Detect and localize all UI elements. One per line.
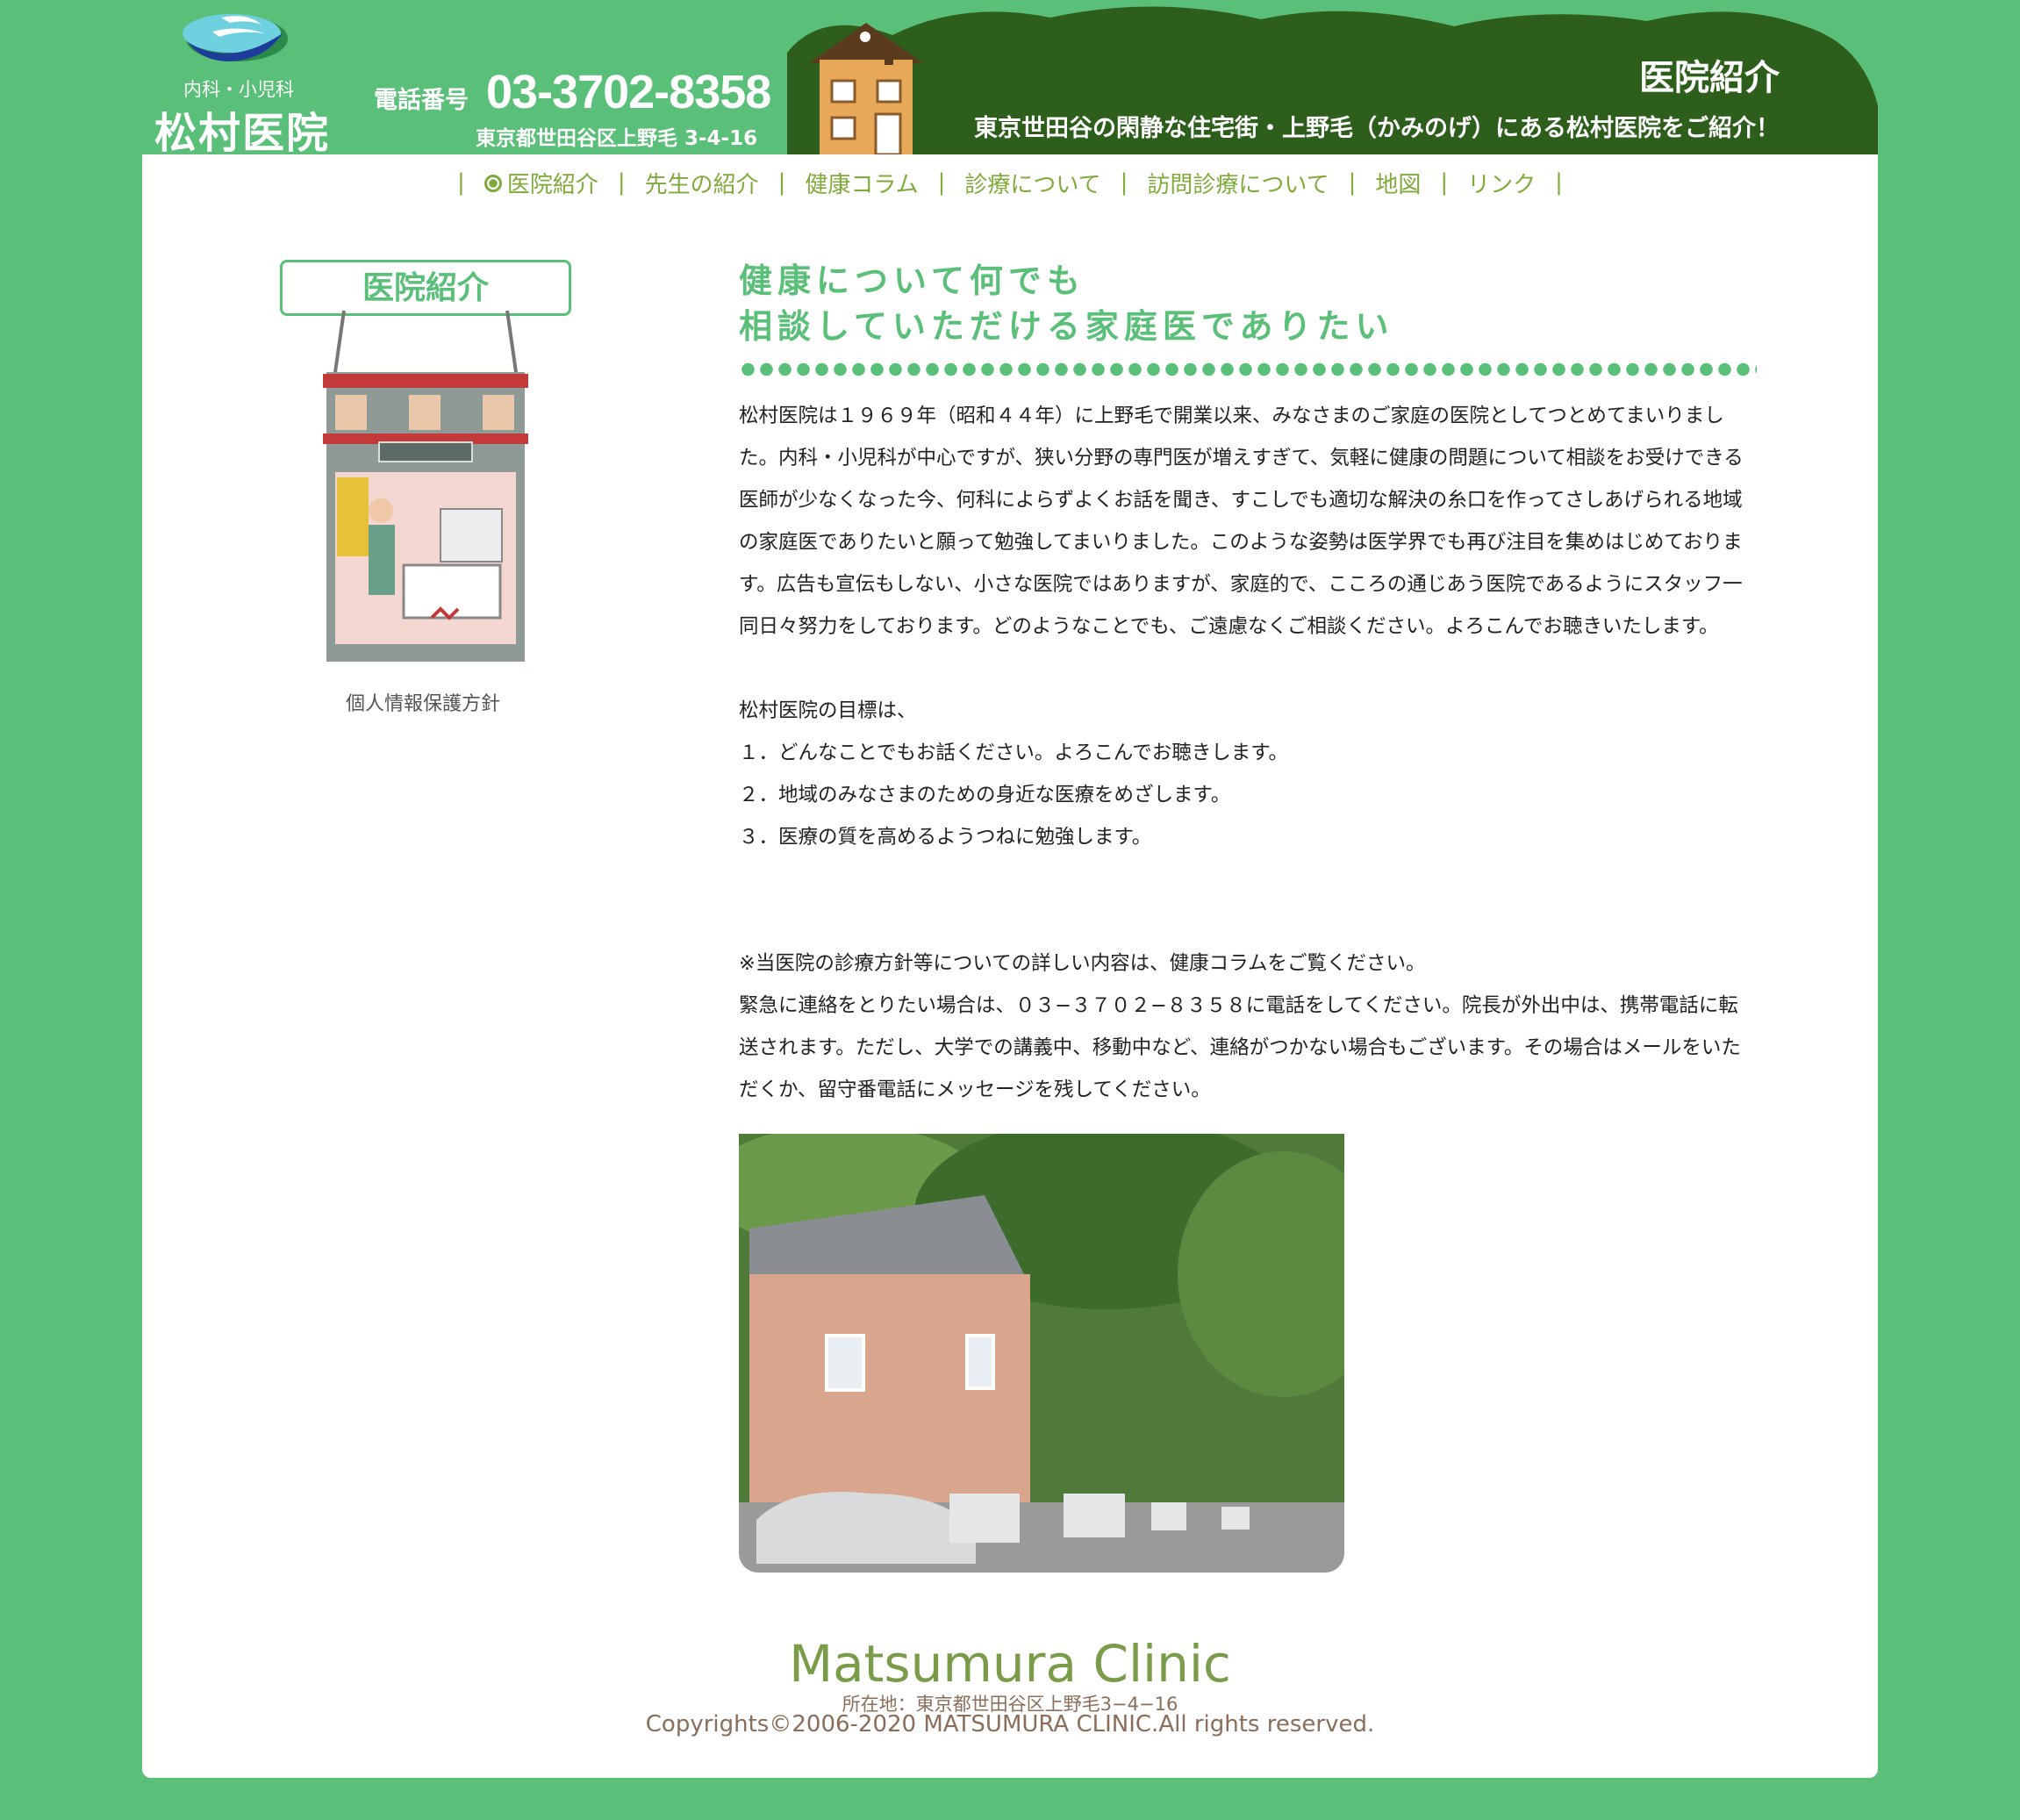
site-header: 内科・小児科 松村医院 電話番号 03-3702-8358 東京都世田谷区上野毛… xyxy=(142,0,1878,158)
page-heading: 健康について何でも 相談していただける家庭医でありたい xyxy=(739,258,1774,349)
nav-item-treatment[interactable]: 診療について xyxy=(964,167,1100,199)
goal-item: ３．医療の質を高めるようつねに勉強します。 xyxy=(739,826,1152,849)
nav-separator: | xyxy=(1348,169,1357,196)
heading-line-2: 相談していただける家庭医でありたい xyxy=(739,306,1394,346)
nav-separator: | xyxy=(937,169,946,196)
phone-label: 電話番号 xyxy=(374,87,469,114)
section-subtitle: 東京世田谷の閑静な住宅街・上野毛（かみのげ）にある松村医院をご紹介！ xyxy=(974,115,1780,142)
goals-section: 松村医院の目標は、 １．どんなことでもお話ください。よろこんでお聴きします。 ２… xyxy=(739,690,1774,858)
clinic-building-photo xyxy=(739,1134,1344,1573)
clinic-logo-icon[interactable] xyxy=(177,7,291,70)
main-nav: | 医院紹介 | 先生の紹介 | 健康コラム | 診療について | 訪問診療につ… xyxy=(142,165,1878,200)
notice-emergency: 緊急に連絡をとりたい場合は、０３−３７０２−８３５８に電話をしてください。院長が… xyxy=(739,994,1741,1101)
nav-separator: | xyxy=(1440,169,1449,196)
goals-intro: 松村医院の目標は、 xyxy=(739,699,917,722)
dotted-divider xyxy=(739,362,1757,377)
section-title: 医院紹介 xyxy=(1639,58,1780,98)
sidebar-title: 医院紹介 xyxy=(280,260,571,316)
notice-health-column: ※当医院の診療方針等についての詳しい内容は、健康コラムをご覧ください。 xyxy=(739,952,1426,975)
main-content: 健康について何でも 相談していただける家庭医でありたい 松村医院は１９６９年（昭… xyxy=(739,258,1774,1573)
footer-clinic-name: Matsumura Clinic xyxy=(789,1634,1231,1694)
nav-item-doctor[interactable]: 先生の紹介 xyxy=(645,167,759,199)
phone-number: 03-3702-8358 xyxy=(486,66,771,118)
nav-item-about[interactable]: 医院紹介 xyxy=(484,167,598,199)
nav-item-health-column[interactable]: 健康コラム xyxy=(805,167,918,199)
nav-item-map[interactable]: 地図 xyxy=(1375,167,1421,199)
nav-item-links[interactable]: リンク xyxy=(1467,167,1536,199)
clinic-sign-illustration xyxy=(323,311,528,662)
content-panel: | 医院紹介 | 先生の紹介 | 健康コラム | 診療について | 訪問診療につ… xyxy=(142,154,1878,1778)
nav-item-home-visit[interactable]: 訪問診療について xyxy=(1147,167,1329,199)
nav-separator: | xyxy=(1120,169,1128,196)
goal-item: ２．地域のみなさまのための身近な医療をめざします。 xyxy=(739,784,1231,806)
clinic-name[interactable]: 松村医院 xyxy=(154,98,330,160)
intro-paragraph: 松村医院は１９６９年（昭和４４年）に上野毛で開業以来、みなさまのご家庭の医院とし… xyxy=(739,405,1744,638)
footer-copyright: Copyrights©2006-2020 MATSUMURA CLINIC.Al… xyxy=(645,1711,1375,1738)
header-address: 東京都世田谷区上野毛 3-4-16 xyxy=(476,127,758,150)
privacy-policy-link[interactable]: 個人情報保護方針 xyxy=(280,688,566,716)
nav-separator: | xyxy=(777,169,786,196)
nav-separator: | xyxy=(457,169,465,196)
heading-line-1: 健康について何でも xyxy=(739,261,1085,300)
nav-separator: | xyxy=(1555,169,1563,196)
house-illustration xyxy=(809,23,923,154)
nav-separator: | xyxy=(617,169,626,196)
goal-item: １．どんなことでもお話ください。よろこんでお聴きします。 xyxy=(739,742,1288,764)
notice-section: ※当医院の診療方針等についての詳しい内容は、健康コラムをご覧ください。 緊急に連… xyxy=(739,942,1774,1111)
